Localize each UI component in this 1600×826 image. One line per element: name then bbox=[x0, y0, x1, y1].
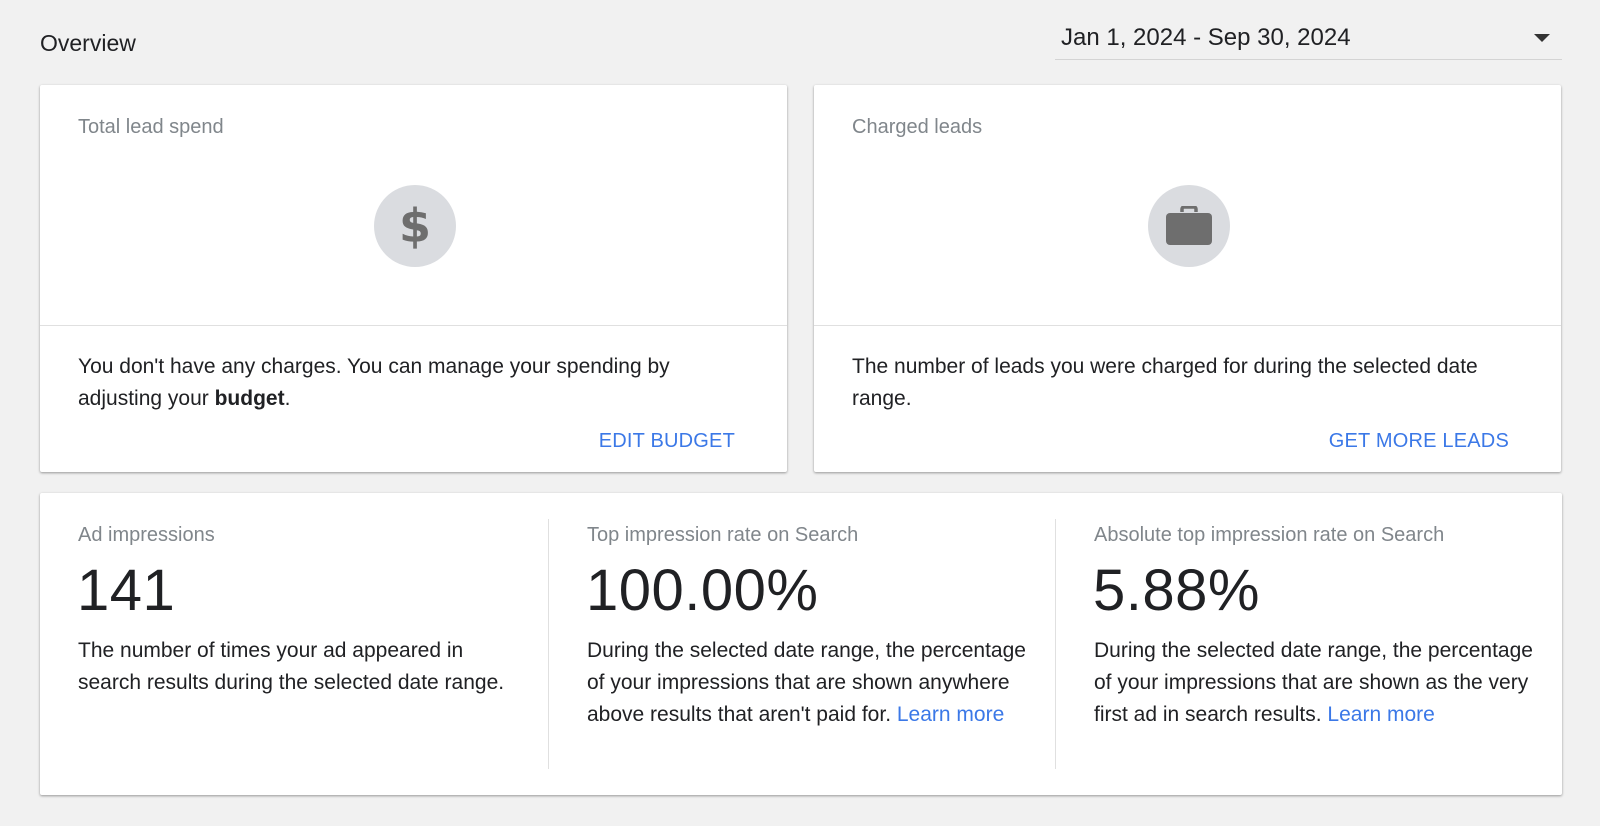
card-description: The number of leads you were charged for… bbox=[852, 355, 1478, 410]
page-title: Overview bbox=[40, 30, 136, 56]
description-text: You don't have any charges. You can mana… bbox=[78, 355, 670, 410]
overview-page: Overview Jan 1, 2024 - Sep 30, 2024 Tota… bbox=[0, 0, 1600, 826]
charged-leads-card: Charged leads The number of leads you we… bbox=[814, 85, 1561, 472]
learn-more-link[interactable]: Learn more bbox=[1327, 703, 1434, 726]
metric-label: Top impression rate on Search bbox=[587, 524, 859, 546]
card-description: You don't have any charges. You can mana… bbox=[78, 351, 751, 415]
description-text: During the selected date range, the perc… bbox=[1094, 639, 1533, 726]
card-title: Total lead spend bbox=[78, 116, 224, 138]
get-more-leads-button[interactable]: GET MORE LEADS bbox=[1329, 430, 1509, 453]
top-impression-rate-metric: Top impression rate on Search 100.00% Du… bbox=[548, 519, 1055, 769]
date-range-value: Jan 1, 2024 - Sep 30, 2024 bbox=[1061, 23, 1351, 51]
description-text: The number of times your ad appeared in … bbox=[78, 639, 505, 694]
briefcase-icon bbox=[1148, 185, 1230, 267]
impressions-metrics-card: Ad impressions 141 The number of times y… bbox=[40, 493, 1562, 795]
metric-label: Ad impressions bbox=[78, 524, 215, 546]
date-range-picker[interactable]: Jan 1, 2024 - Sep 30, 2024 bbox=[1055, 16, 1562, 60]
ad-impressions-metric: Ad impressions 141 The number of times y… bbox=[40, 519, 547, 769]
total-lead-spend-card: Total lead spend $ You don't have any ch… bbox=[40, 85, 787, 472]
absolute-top-impression-rate-metric: Absolute top impression rate on Search 5… bbox=[1055, 519, 1562, 769]
metric-description: The number of times your ad appeared in … bbox=[78, 635, 527, 699]
card-divider bbox=[40, 325, 787, 326]
metric-value: 141 bbox=[77, 558, 176, 623]
edit-budget-button[interactable]: EDIT BUDGET bbox=[599, 430, 735, 453]
description-suffix: . bbox=[284, 387, 291, 410]
dropdown-arrow-icon bbox=[1534, 33, 1550, 42]
learn-more-link[interactable]: Learn more bbox=[897, 703, 1004, 726]
metric-value: 5.88% bbox=[1093, 558, 1260, 623]
card-divider bbox=[814, 325, 1561, 326]
metric-label: Absolute top impression rate on Search bbox=[1094, 524, 1445, 546]
metric-description: During the selected date range, the perc… bbox=[587, 635, 1035, 731]
budget-emphasis: budget bbox=[214, 387, 285, 410]
metric-description: During the selected date range, the perc… bbox=[1094, 635, 1542, 731]
card-title: Charged leads bbox=[852, 116, 983, 138]
metric-value: 100.00% bbox=[586, 558, 819, 623]
dollar-icon: $ bbox=[374, 185, 456, 267]
